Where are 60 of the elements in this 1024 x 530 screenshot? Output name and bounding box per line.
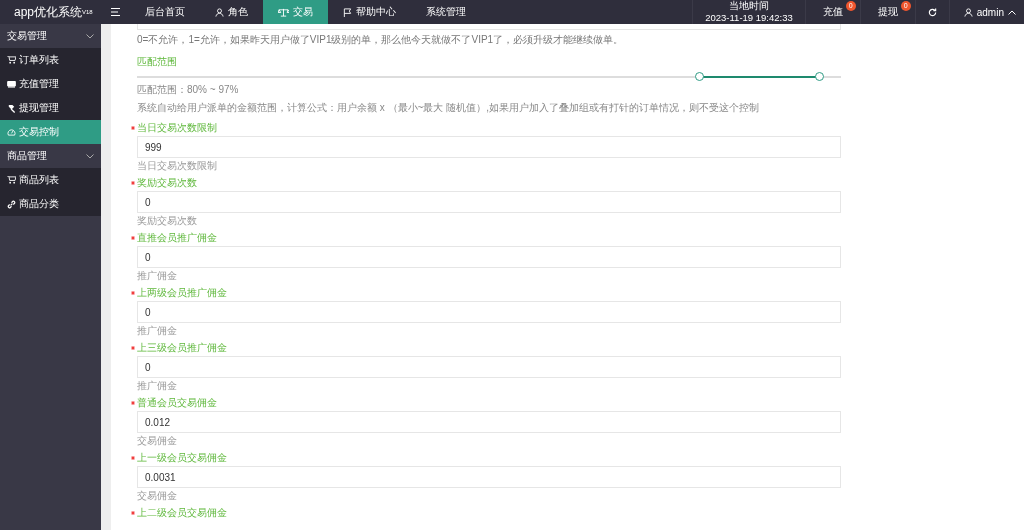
chevron-icon [86, 33, 94, 39]
input-field[interactable]: 0.0031 [137, 466, 841, 488]
menu-icon[interactable] [111, 8, 120, 16]
field-label: 普通会员交易佣金 [137, 397, 217, 409]
slider-handle[interactable] [695, 72, 705, 81]
input-field[interactable] [137, 24, 841, 30]
help-text: 推广佣金 [137, 325, 178, 337]
field-label: 匹配范围 [137, 56, 178, 68]
nav-tab[interactable]: 帮助中心 [328, 0, 411, 24]
field-label: 上二级会员交易佣金 [137, 507, 227, 519]
menu-item[interactable]: 商品分类 [0, 192, 101, 216]
flag-icon [343, 7, 352, 17]
menu-item[interactable]: 订单列表 [0, 48, 101, 72]
nav-tab[interactable]: 后台首页 [130, 0, 200, 24]
refresh-icon[interactable] [927, 7, 937, 17]
help-text: 推广佣金 [137, 380, 178, 392]
field-label: 直推会员推广佣金 [137, 232, 217, 244]
field-label: 上两级会员推广佣金 [137, 287, 227, 299]
help-text: 交易佣金 [137, 435, 178, 447]
nav-tab[interactable]: 系统管理 [411, 0, 481, 24]
person-icon [215, 7, 224, 17]
help-text: 系统自动给用户派单的金额范围，计算公式：用户余额 x （最小~最大 随机值）,如果用户加入了叠加组或有打针的订单情况，则不受这个控制 [137, 102, 760, 114]
menu-item[interactable]: 商品列表 [0, 168, 101, 192]
cart-icon [7, 176, 16, 184]
help-text: 当日交易次数限制 [137, 160, 218, 172]
caret-icon [1008, 9, 1016, 15]
input-field[interactable]: 0.012 [137, 411, 841, 433]
action-link[interactable]: 提现 [877, 5, 898, 19]
field-label: 上一级会员交易佣金 [137, 452, 227, 464]
hammer-icon [7, 103, 16, 113]
menu-item[interactable]: 充值管理 [0, 72, 101, 96]
scale-icon [278, 7, 289, 17]
app-title: app优化系统$^{V18}$ [13, 3, 94, 21]
help-text: 奖励交易次数 [137, 215, 198, 227]
nav-tab[interactable]: 角色 [200, 0, 263, 24]
clock-label: 当地时间 [729, 0, 769, 12]
action-link[interactable]: 充值 [822, 5, 843, 19]
card-icon [7, 80, 16, 88]
chevron-icon [86, 153, 94, 159]
clock-time: 2023-11-19 19:42:33 [705, 12, 793, 24]
input-field[interactable]: 0 [137, 356, 841, 378]
hint-text: 0=不允许，1=允许，如果昨天用户做了VIP1级别的单，那么他今天就做不了VIP1了，必须升级才能继续做单。 [137, 34, 625, 46]
menu-group[interactable]: 商品管理 [0, 144, 101, 168]
help-text: 交易佣金 [137, 490, 178, 502]
gauge-icon [7, 128, 16, 136]
menu-group[interactable]: 交易管理 [0, 24, 101, 48]
input-field[interactable]: 999 [137, 136, 841, 158]
cart-icon [7, 56, 16, 64]
menu-item[interactable]: 提现管理 [0, 96, 101, 120]
field-label: 上三级会员推广佣金 [137, 342, 227, 354]
help-text: 推广佣金 [137, 270, 178, 282]
link-icon [7, 199, 16, 209]
input-field[interactable]: 0 [137, 246, 841, 268]
slider-handle[interactable] [814, 72, 824, 81]
field-label: 奖励交易次数 [137, 177, 197, 189]
input-field[interactable]: 0 [137, 301, 841, 323]
person-icon [963, 7, 973, 17]
input-field[interactable]: 0 [137, 191, 841, 213]
field-label: 当日交易次数限制 [137, 122, 217, 134]
range-reading: 匹配范围：80% ~ 97% [137, 84, 240, 96]
